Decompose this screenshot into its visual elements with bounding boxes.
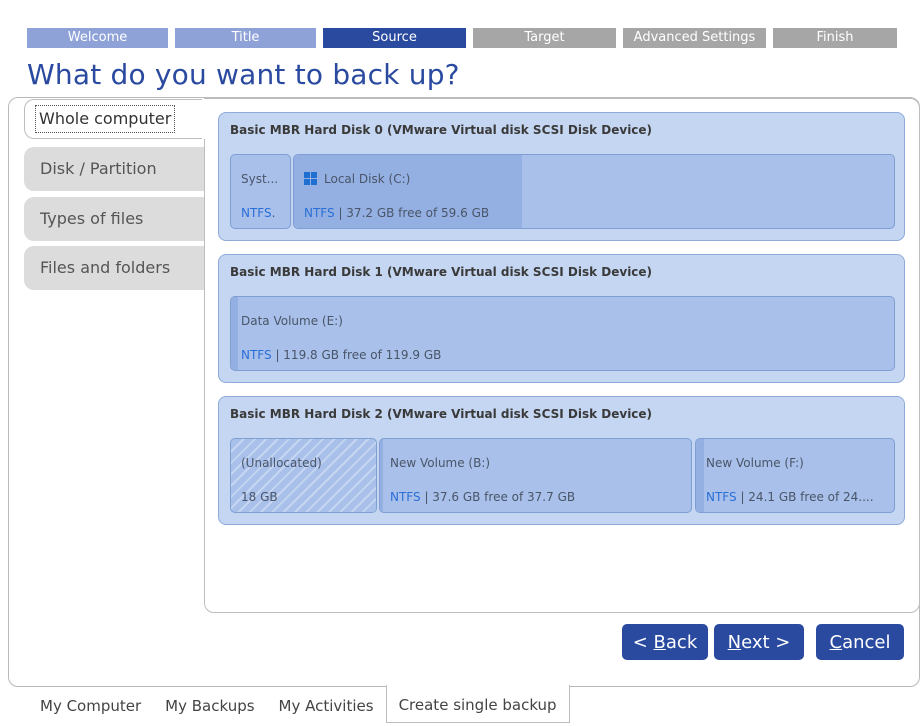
next-button[interactable]: Next > — [714, 624, 804, 660]
step-welcome: Welcome — [27, 28, 168, 48]
tab-my-activities[interactable]: My Activities — [267, 686, 386, 722]
partition-name: Data Volume (E:) — [241, 314, 343, 328]
main-navigation-tabs: My Computer My Backups My Activities Cre… — [28, 685, 570, 723]
back-label-rest: ack — [665, 631, 698, 653]
back-button[interactable]: < Back — [622, 624, 708, 660]
partition-name: New Volume (F:) — [706, 456, 804, 470]
disk-title: Basic MBR Hard Disk 1 (VMware Virtual di… — [230, 265, 653, 279]
partition-name-row: Local Disk (C:) — [304, 172, 410, 186]
next-label-rest: ext > — [741, 631, 791, 653]
filesystem-label: NTFS — [241, 206, 272, 220]
back-prefix: < — [632, 631, 654, 653]
partition-system[interactable]: Syst... NTFS. — [230, 154, 291, 229]
step-source: Source — [323, 28, 466, 48]
partition-new-volume-b[interactable]: New Volume (B:) NTFS | 37.6 GB free of 3… — [379, 438, 692, 513]
partition-info: NTFS | 37.2 GB free of 59.6 GB — [304, 206, 489, 220]
partition-name: (Unallocated) — [241, 456, 322, 470]
disk-0[interactable]: Basic MBR Hard Disk 0 (VMware Virtual di… — [218, 112, 905, 241]
tab-label: Whole computer — [35, 105, 176, 133]
partition-info: NTFS | 24.1 GB free of 24.... — [706, 490, 874, 504]
cancel-label-rest: ancel — [842, 631, 891, 653]
step-target: Target — [473, 28, 616, 48]
partition-usage-bar — [380, 439, 384, 512]
partition-usage-bar — [231, 297, 238, 370]
cancel-mnemonic: C — [829, 631, 843, 653]
partition-size: | 37.2 GB free of 59.6 GB — [334, 206, 490, 220]
partition-usage-bar — [696, 439, 704, 512]
partition-size: | 24.1 GB free of 24.... — [736, 490, 874, 504]
partition-unallocated[interactable]: (Unallocated) 18 GB — [230, 438, 377, 513]
tab-create-single-backup[interactable]: Create single backup — [385, 685, 570, 723]
tab-files-and-folders[interactable]: Files and folders — [24, 246, 204, 290]
disk-2[interactable]: Basic MBR Hard Disk 2 (VMware Virtual di… — [218, 396, 905, 525]
disk-1[interactable]: Basic MBR Hard Disk 1 (VMware Virtual di… — [218, 254, 905, 383]
partition-size: 18 GB — [241, 490, 278, 504]
partition-size: | 37.6 GB free of 37.7 GB — [420, 490, 576, 504]
partition-size: . — [271, 206, 276, 220]
filesystem-label: NTFS — [304, 206, 335, 220]
next-mnemonic: N — [727, 631, 742, 653]
windows-icon — [304, 172, 317, 185]
filesystem-label: NTFS — [706, 490, 737, 504]
page-title: What do you want to back up? — [27, 58, 460, 91]
partition-info: NTFS. — [241, 206, 275, 220]
partition-name: New Volume (B:) — [390, 456, 491, 470]
filesystem-label: NTFS — [390, 490, 421, 504]
step-advanced-settings: Advanced Settings — [623, 28, 766, 48]
tab-label: Files and folders — [40, 258, 171, 277]
partition-name: Local Disk (C:) — [324, 172, 411, 186]
partition-info: NTFS | 37.6 GB free of 37.7 GB — [390, 490, 575, 504]
partition-local-disk-c[interactable]: Local Disk (C:) NTFS | 37.2 GB free of 5… — [293, 154, 895, 229]
step-title: Title — [175, 28, 316, 48]
partition-info: NTFS | 119.8 GB free of 119.9 GB — [241, 348, 441, 362]
step-finish: Finish — [773, 28, 897, 48]
tab-my-computer[interactable]: My Computer — [28, 686, 153, 722]
tab-disk-partition[interactable]: Disk / Partition — [24, 147, 204, 191]
tab-label: Types of files — [40, 209, 144, 228]
cancel-button[interactable]: Cancel — [816, 624, 904, 660]
back-mnemonic: B — [653, 631, 666, 653]
tab-label: Disk / Partition — [40, 159, 157, 178]
partition-new-volume-f[interactable]: New Volume (F:) NTFS | 24.1 GB free of 2… — [695, 438, 895, 513]
partition-data-volume-e[interactable]: Data Volume (E:) NTFS | 119.8 GB free of… — [230, 296, 895, 371]
disk-title: Basic MBR Hard Disk 2 (VMware Virtual di… — [230, 407, 653, 421]
tab-my-backups[interactable]: My Backups — [153, 686, 266, 722]
partition-name: Syst... — [241, 172, 279, 186]
tab-types-of-files[interactable]: Types of files — [24, 197, 204, 241]
tab-whole-computer[interactable]: Whole computer — [24, 99, 204, 139]
partition-size: | 119.8 GB free of 119.9 GB — [271, 348, 442, 362]
disk-title: Basic MBR Hard Disk 0 (VMware Virtual di… — [230, 123, 653, 137]
tab-joint — [202, 99, 206, 139]
filesystem-label: NTFS — [241, 348, 272, 362]
wizard-steps: Welcome Title Source Target Advanced Set… — [27, 28, 897, 48]
